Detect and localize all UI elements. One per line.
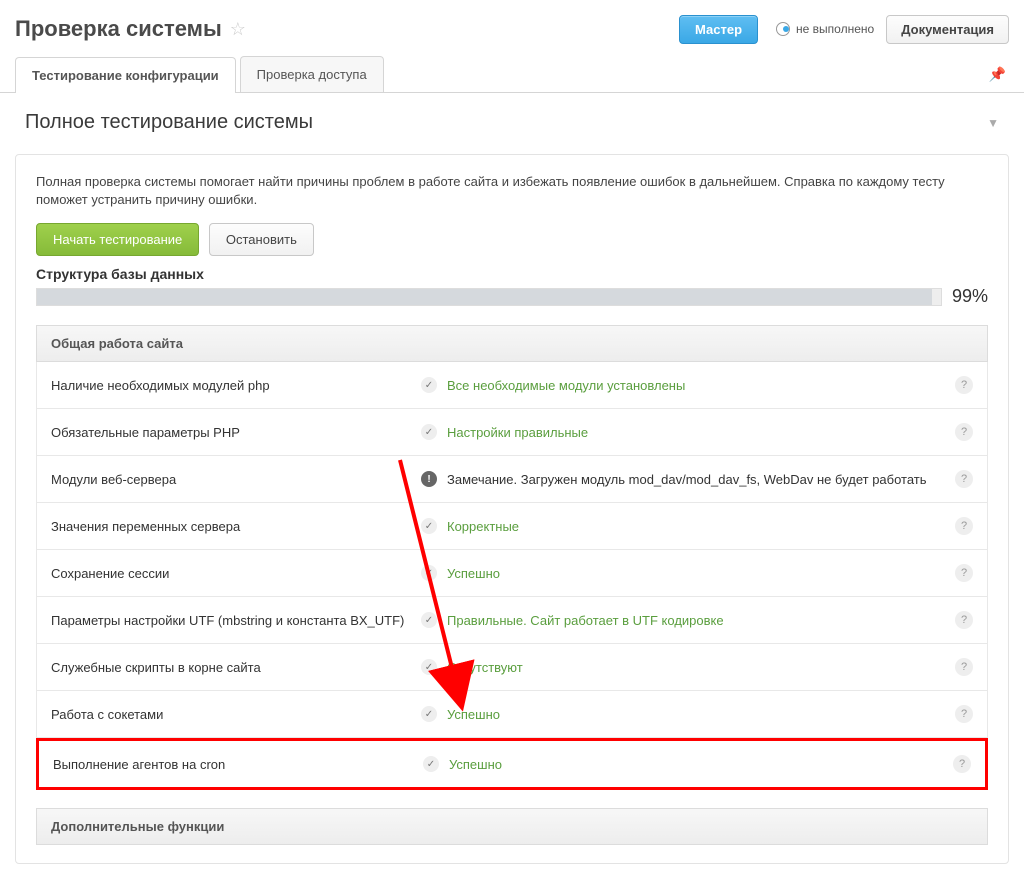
group-header-general: Общая работа сайта	[36, 325, 988, 362]
test-status: Отсутствуют	[447, 660, 523, 675]
help-icon[interactable]: ?	[955, 611, 973, 629]
test-name: Служебные скрипты в корне сайта	[51, 660, 421, 675]
status-label: не выполнено	[796, 22, 874, 36]
master-button[interactable]: Мастер	[679, 15, 758, 44]
test-status: Успешно	[449, 757, 502, 772]
help-icon[interactable]: ?	[953, 755, 971, 773]
start-test-button[interactable]: Начать тестирование	[36, 223, 199, 256]
test-name: Параметры настройки UTF (mbstring и конс…	[51, 613, 421, 628]
progress-label: Структура базы данных	[36, 266, 988, 282]
test-row: Служебные скрипты в корне сайта ✓ Отсутс…	[36, 644, 988, 691]
test-name: Выполнение агентов на cron	[53, 757, 423, 772]
test-row: Работа с сокетами ✓ Успешно ?	[36, 691, 988, 738]
test-row: Модули веб-сервера ! Замечание. Загружен…	[36, 456, 988, 503]
help-icon[interactable]: ?	[955, 705, 973, 723]
test-row-highlighted: Выполнение агентов на cron ✓ Успешно ?	[36, 738, 988, 790]
stop-test-button[interactable]: Остановить	[209, 223, 314, 256]
tab-access-check[interactable]: Проверка доступа	[240, 56, 384, 92]
help-icon[interactable]: ?	[955, 376, 973, 394]
status-indicator: не выполнено	[770, 22, 874, 36]
test-name: Значения переменных сервера	[51, 519, 421, 534]
group-header-additional: Дополнительные функции	[36, 808, 988, 845]
warning-icon: !	[421, 471, 437, 487]
check-icon: ✓	[421, 565, 437, 581]
tab-config-test[interactable]: Тестирование конфигурации	[15, 57, 236, 93]
progress-percent: 99%	[952, 286, 988, 307]
section-title: Полное тестирование системы	[25, 111, 313, 134]
documentation-button[interactable]: Документация	[886, 15, 1009, 44]
help-icon[interactable]: ?	[955, 470, 973, 488]
help-icon[interactable]: ?	[955, 423, 973, 441]
check-icon: ✓	[421, 424, 437, 440]
test-status: Успешно	[447, 707, 500, 722]
help-icon[interactable]: ?	[955, 517, 973, 535]
check-icon: ✓	[423, 756, 439, 772]
collapse-icon[interactable]: ▼	[987, 116, 999, 130]
test-row: Сохранение сессии ✓ Успешно ?	[36, 550, 988, 597]
page-title: Проверка системы	[15, 16, 222, 42]
radio-icon	[776, 22, 790, 36]
help-icon[interactable]: ?	[955, 658, 973, 676]
test-name: Сохранение сессии	[51, 566, 421, 581]
pin-icon[interactable]: 📌	[989, 66, 1006, 83]
check-icon: ✓	[421, 659, 437, 675]
test-status: Успешно	[447, 566, 500, 581]
test-row: Значения переменных сервера ✓ Корректные…	[36, 503, 988, 550]
test-status: Настройки правильные	[447, 425, 588, 440]
check-icon: ✓	[421, 518, 437, 534]
check-icon: ✓	[421, 377, 437, 393]
check-icon: ✓	[421, 706, 437, 722]
test-row: Наличие необходимых модулей php ✓ Все не…	[36, 362, 988, 409]
test-status: Все необходимые модули установлены	[447, 378, 685, 393]
test-name: Наличие необходимых модулей php	[51, 378, 421, 393]
help-icon[interactable]: ?	[955, 564, 973, 582]
test-name: Обязательные параметры PHP	[51, 425, 421, 440]
test-row: Параметры настройки UTF (mbstring и конс…	[36, 597, 988, 644]
test-status: Замечание. Загружен модуль mod_dav/mod_d…	[447, 472, 927, 487]
test-status: Корректные	[447, 519, 519, 534]
test-status: Правильные. Сайт работает в UTF кодировк…	[447, 613, 724, 628]
check-icon: ✓	[421, 612, 437, 628]
test-name: Модули веб-сервера	[51, 472, 421, 487]
progress-bar	[36, 288, 942, 306]
test-name: Работа с сокетами	[51, 707, 421, 722]
section-description: Полная проверка системы помогает найти п…	[36, 173, 988, 209]
test-row: Обязательные параметры PHP ✓ Настройки п…	[36, 409, 988, 456]
favorite-star-icon[interactable]: ☆	[230, 19, 246, 40]
